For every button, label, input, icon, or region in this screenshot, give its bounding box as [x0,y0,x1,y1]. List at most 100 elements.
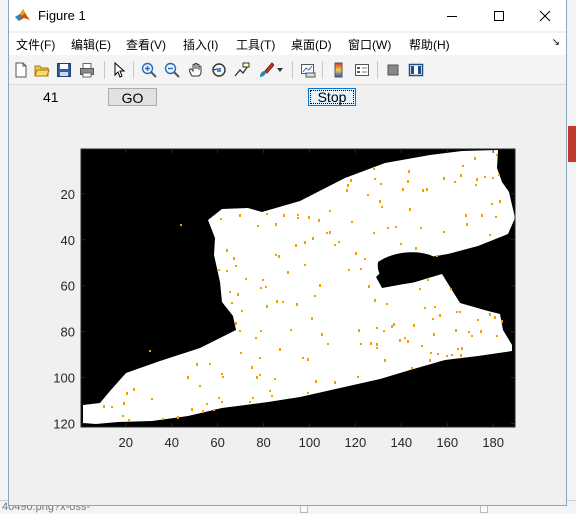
speck [274,378,276,380]
speck [450,288,452,290]
speck [149,350,151,352]
speck [484,176,486,178]
speck [240,352,242,354]
y-tick-label: 80 [61,325,75,340]
speck [437,353,439,355]
speck [329,231,331,234]
speck [348,269,350,271]
speck [245,278,247,280]
speck [399,339,401,342]
speck [475,184,477,186]
speck [275,254,277,256]
speck [489,234,491,236]
speck [415,247,417,250]
speck [384,359,386,362]
speck [373,168,375,170]
speck [370,342,372,345]
speck [426,188,428,191]
speck [373,232,375,234]
speck [468,331,470,333]
speck [297,214,299,216]
speck [474,157,476,160]
speck [191,408,193,411]
speck [231,302,233,304]
speck [262,279,264,281]
speck [430,352,432,354]
speck [400,243,402,245]
speck [413,324,415,327]
speck [128,419,130,421]
speck [360,268,362,270]
speck [434,306,436,308]
speck [402,188,404,191]
speck [237,293,239,296]
speck [347,184,349,187]
speck [287,271,289,274]
speck [229,291,231,293]
speck [393,323,395,326]
speck [460,174,462,177]
speck [235,265,237,267]
speck [269,390,271,392]
speck [439,314,441,317]
x-tick-label: 40 [164,435,178,450]
speck [432,318,434,320]
speck [422,189,424,192]
speck [326,232,328,234]
speck [177,416,179,419]
speck [251,366,253,369]
speck [257,225,259,227]
speck [454,181,456,183]
image-plot: 20 40 60 80 100 120 140 160 180 20 40 60 80 100 120 [53,148,516,450]
speck [295,244,297,247]
x-tick-label: 160 [436,435,458,450]
speck [187,376,189,379]
speck [279,348,281,351]
speck [465,214,467,217]
speck [489,313,491,316]
speck [319,284,321,287]
speck [308,216,310,219]
speck [495,216,497,218]
speck [271,395,273,397]
speck [222,376,224,378]
speck [466,223,468,226]
speck [386,303,388,305]
speck [395,226,397,228]
speck [494,316,496,319]
speck [196,363,198,366]
speck [260,330,262,332]
speck [151,398,153,400]
speck [374,178,376,180]
speck [296,303,298,306]
speck [259,357,261,359]
y-tick-label: 100 [53,371,75,386]
speck [126,392,128,395]
speck [276,300,278,303]
speck [476,178,478,181]
speck [456,311,458,313]
speck [419,288,421,290]
speck [491,203,493,205]
speck [498,174,500,176]
speck [387,227,389,229]
speck [235,322,237,325]
speck [265,286,267,288]
speck [376,343,378,346]
speck [260,287,262,289]
speck [221,373,223,375]
speck [123,402,125,405]
speck [496,335,498,337]
speck [477,319,479,321]
speck [451,354,453,356]
speck [420,227,422,229]
speck [391,325,393,328]
speck [221,401,223,403]
x-tick-label: 180 [482,435,504,450]
speck [241,310,243,312]
speck [304,241,306,244]
speck [239,214,241,217]
speck [275,223,277,226]
x-tick-label: 60 [210,435,224,450]
speck [346,189,348,192]
